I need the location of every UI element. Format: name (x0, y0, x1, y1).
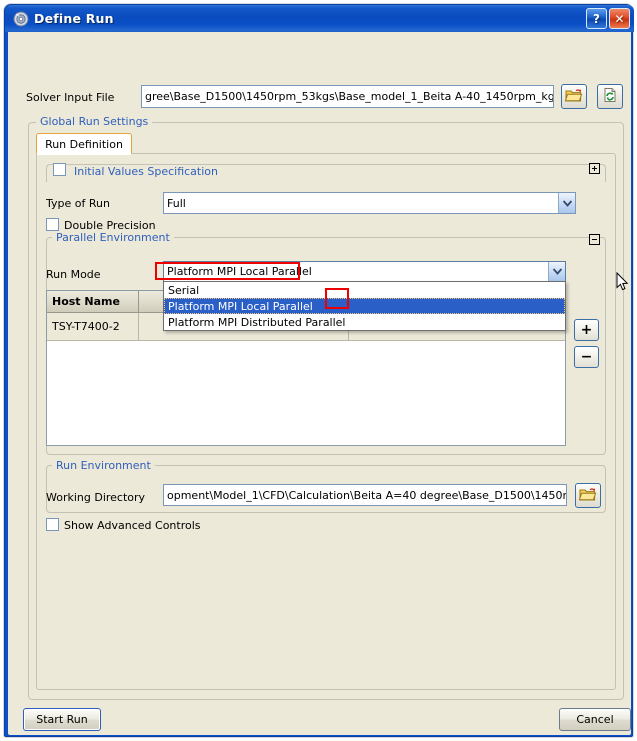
chevron-down-icon[interactable] (548, 262, 565, 281)
open-folder-icon (579, 486, 597, 505)
refresh-solver-input-file-button[interactable] (597, 84, 623, 109)
column-header-host-name[interactable]: Host Name (47, 291, 139, 313)
browse-working-directory-button[interactable] (575, 483, 601, 508)
chevron-down-icon[interactable] (558, 193, 575, 213)
tab-run-definition-label: Run Definition (45, 138, 123, 151)
double-precision-checkbox[interactable] (46, 218, 59, 231)
close-button[interactable]: ✕ (609, 8, 630, 29)
run-mode-combobox[interactable]: Platform MPI Local Parallel (163, 261, 566, 282)
solver-input-file-input[interactable]: gree\Base_D1500\1450rpm_53kgs\Base_model… (141, 85, 554, 108)
run-mode-value: Platform MPI Local Parallel (167, 265, 548, 278)
run-mode-option-platform-mpi-local-parallel[interactable]: Platform MPI Local Parallel (164, 298, 565, 314)
open-folder-icon (565, 87, 583, 106)
cd-disc-icon (13, 11, 29, 27)
add-host-button[interactable]: + (574, 319, 599, 341)
define-run-dialog: Define Run ? ✕ Solver Input File gree\Ba… (4, 4, 633, 737)
remove-host-button[interactable]: − (574, 346, 599, 368)
parallel-environment-legend: Parallel Environment (52, 231, 174, 244)
type-of-run-value: Full (167, 197, 558, 210)
show-advanced-controls-label: Show Advanced Controls (64, 519, 201, 532)
initial-values-checkbox[interactable] (53, 163, 66, 176)
cancel-button[interactable]: Cancel (559, 708, 631, 731)
solver-input-file-label: Solver Input File (26, 91, 114, 104)
refresh-file-icon (602, 87, 618, 106)
solver-input-file-value: gree\Base_D1500\1450rpm_53kgs\Base_model… (145, 90, 554, 103)
cell-host-name[interactable]: TSY-T7400-2 (47, 313, 139, 341)
run-mode-option-serial[interactable]: Serial (164, 282, 565, 298)
global-run-settings-legend: Global Run Settings (36, 115, 152, 128)
parallel-environment-expander[interactable] (589, 234, 600, 245)
type-of-run-combobox[interactable]: Full (163, 192, 576, 214)
title-bar-buttons: ? ✕ (586, 8, 630, 29)
dialog-client-area: Solver Input File gree\Base_D1500\1450rp… (8, 32, 631, 735)
run-mode-label: Run Mode (46, 268, 101, 281)
help-button[interactable]: ? (586, 8, 607, 29)
tab-run-definition[interactable]: Run Definition (36, 133, 132, 154)
initial-values-expander[interactable] (589, 163, 600, 174)
working-directory-value: opment\Model_1\CFD\Calculation\Beita A=4… (167, 489, 567, 502)
show-advanced-controls-checkbox[interactable] (46, 518, 59, 531)
run-environment-legend: Run Environment (52, 459, 155, 472)
run-mode-dropdown-list[interactable]: Serial Platform MPI Local Parallel Platf… (163, 281, 566, 331)
type-of-run-label: Type of Run (46, 197, 110, 210)
run-mode-option-platform-mpi-distributed-parallel[interactable]: Platform MPI Distributed Parallel (164, 314, 565, 330)
title-bar[interactable]: Define Run ? ✕ (5, 5, 634, 32)
browse-solver-input-file-button[interactable] (561, 84, 587, 109)
initial-values-legend: Initial Values Specification (71, 165, 221, 178)
tab-seam (37, 153, 131, 155)
window-title: Define Run (34, 11, 586, 26)
start-run-button[interactable]: Start Run (23, 708, 101, 731)
working-directory-label: Working Directory (46, 491, 145, 504)
working-directory-input[interactable]: opment\Model_1\CFD\Calculation\Beita A=4… (163, 484, 567, 506)
